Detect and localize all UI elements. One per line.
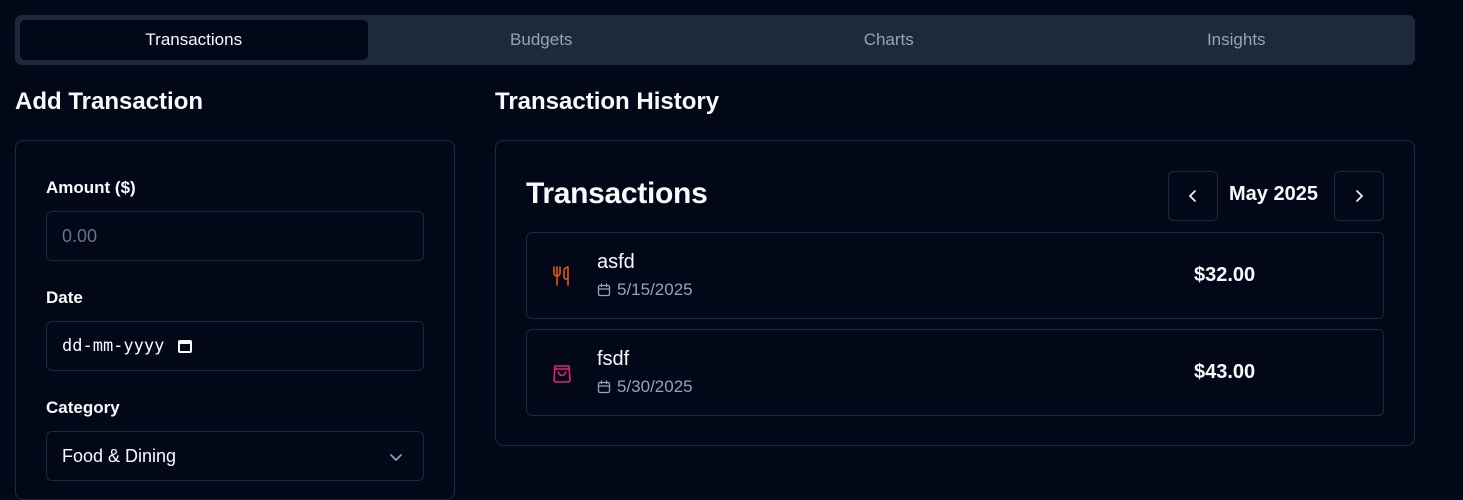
- calendar-icon: [597, 380, 611, 394]
- main-tabs: Transactions Budgets Charts Insights: [15, 15, 1415, 65]
- transaction-row[interactable]: asfd 5/15/2025 $32.00: [526, 232, 1384, 319]
- transaction-name: asfd: [597, 251, 635, 273]
- transaction-name: fsdf: [597, 348, 630, 370]
- transaction-history-card: Transactions May 2025 asfd 5/15/2025 $32…: [495, 140, 1415, 446]
- transaction-date: 5/15/2025: [597, 280, 693, 300]
- calendar-icon: [597, 283, 611, 297]
- transaction-date-text: 5/15/2025: [617, 280, 693, 299]
- add-transaction-card: Amount ($) 0.00 Date dd-mm-yyyy Category…: [15, 140, 455, 500]
- chevron-left-icon: [1189, 190, 1196, 202]
- category-label: Category: [46, 398, 120, 417]
- transaction-history-heading: Transaction History: [495, 88, 720, 115]
- chevron-right-icon: [1356, 190, 1363, 202]
- transaction-row[interactable]: fsdf 5/30/2025 $43.00: [526, 329, 1384, 416]
- add-transaction-heading: Add Transaction: [15, 88, 204, 115]
- amount-label: Amount ($): [46, 178, 136, 197]
- date-input[interactable]: dd-mm-yyyy: [46, 321, 424, 371]
- tab-charts[interactable]: Charts: [715, 20, 1063, 60]
- category-select[interactable]: Food & Dining: [46, 431, 424, 481]
- amount-placeholder: 0.00: [62, 225, 98, 246]
- category-value: Food & Dining: [62, 445, 177, 466]
- shopping-bag-icon: [553, 365, 571, 383]
- transaction-amount: $32.00: [1194, 264, 1256, 286]
- utensils-icon: [553, 266, 569, 286]
- transaction-amount: $43.00: [1194, 361, 1256, 383]
- tab-transactions[interactable]: Transactions: [20, 20, 368, 60]
- next-month-button[interactable]: [1334, 171, 1384, 221]
- calendar-picker-icon[interactable]: [178, 339, 193, 353]
- chevron-down-icon: [390, 454, 402, 461]
- tab-insights[interactable]: Insights: [1063, 20, 1411, 60]
- date-placeholder: dd-mm-yyyy: [62, 336, 165, 356]
- transaction-date: 5/30/2025: [597, 377, 693, 397]
- transaction-date-text: 5/30/2025: [617, 377, 693, 396]
- date-label: Date: [46, 288, 83, 307]
- previous-month-button[interactable]: [1168, 171, 1218, 221]
- tab-budgets[interactable]: Budgets: [368, 20, 716, 60]
- amount-input[interactable]: 0.00: [46, 211, 424, 261]
- current-month: May 2025: [1229, 183, 1318, 205]
- transactions-card-title: Transactions: [526, 177, 708, 210]
